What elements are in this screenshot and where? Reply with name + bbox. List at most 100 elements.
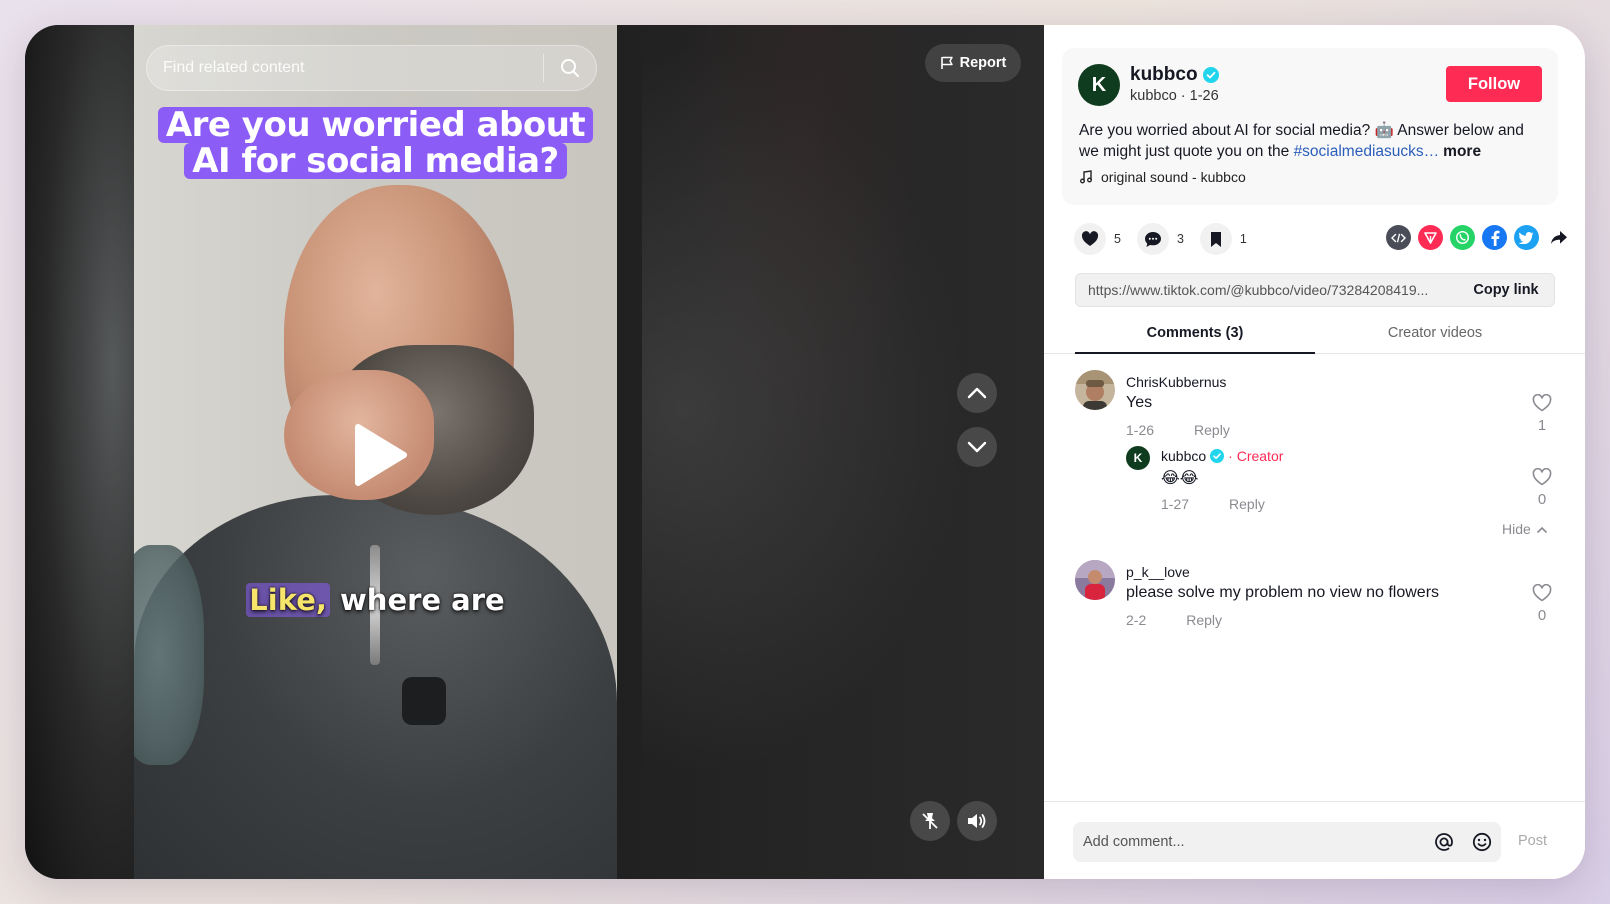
follow-button[interactable]: Follow xyxy=(1446,66,1542,102)
comment-username[interactable]: ChrisKubbernus xyxy=(1126,374,1226,390)
details-panel: K kubbco kubbco · 1-26 Follow Are you wo… xyxy=(1044,25,1585,879)
whatsapp-icon[interactable] xyxy=(1450,225,1475,250)
comment-composer: Post xyxy=(1044,801,1585,879)
embed-icon[interactable] xyxy=(1386,225,1411,250)
post-button[interactable]: Post xyxy=(1518,833,1547,849)
save-action[interactable]: 1 xyxy=(1199,223,1247,255)
creator-tag: · Creator xyxy=(1228,448,1284,464)
comment-input-box xyxy=(1073,822,1501,862)
next-video-button[interactable] xyxy=(957,427,997,467)
creator-handle: kubbco xyxy=(1130,88,1177,104)
music-note-icon xyxy=(1080,170,1092,184)
creator-avatar[interactable]: K xyxy=(1078,64,1120,106)
report-button[interactable]: Report xyxy=(925,44,1021,82)
creator-name[interactable]: kubbco xyxy=(1130,64,1198,86)
volume-icon xyxy=(968,814,986,828)
video-stage: Are you worried about AI for social medi… xyxy=(25,25,1044,879)
floating-player-button[interactable] xyxy=(910,801,950,841)
hide-label: Hide xyxy=(1502,521,1531,537)
avatar[interactable] xyxy=(1075,370,1115,410)
comment-text: please solve my problem no view no flowe… xyxy=(1126,584,1440,601)
bookmark-icon xyxy=(1199,223,1232,255)
comment-like-count: 0 xyxy=(1537,607,1547,624)
chevron-up-icon xyxy=(967,387,987,399)
pin-off-icon xyxy=(922,813,938,829)
comment-like[interactable]: 0 xyxy=(1530,467,1554,508)
video-url[interactable]: https://www.tiktok.com/@kubbco/video/732… xyxy=(1076,282,1458,298)
facebook-icon[interactable] xyxy=(1482,225,1507,250)
sound-label: original sound - kubbco xyxy=(1101,169,1246,185)
copy-link-button[interactable]: Copy link xyxy=(1458,282,1554,298)
comment-username-text: kubbco xyxy=(1161,448,1207,464)
comment-action[interactable]: 3 xyxy=(1136,223,1184,255)
subtitle-highlight: Like, xyxy=(246,583,330,617)
previous-video-button[interactable] xyxy=(957,373,997,413)
more-button[interactable]: more xyxy=(1443,143,1481,160)
reply-button[interactable]: Reply xyxy=(1194,422,1230,438)
chevron-up-icon xyxy=(1536,526,1547,533)
hide-replies-button[interactable]: Hide xyxy=(1502,521,1547,537)
tab-comments[interactable]: Comments (3) xyxy=(1075,321,1315,354)
comment-username[interactable]: p_k__love xyxy=(1126,564,1190,580)
heart-outline-icon xyxy=(1532,467,1552,486)
hashtag-link[interactable]: #socialmediasucks… xyxy=(1294,143,1440,160)
mention-icon[interactable] xyxy=(1425,822,1463,862)
search-icon[interactable] xyxy=(544,45,596,91)
play-icon[interactable] xyxy=(345,415,415,495)
verified-icon xyxy=(1210,449,1225,463)
heart-outline-icon xyxy=(1532,583,1552,602)
caption-line-2: AI for social media? xyxy=(184,143,567,179)
sound-link[interactable]: original sound - kubbco xyxy=(1079,169,1246,185)
volume-button[interactable] xyxy=(957,801,997,841)
comment-date: 1-27 xyxy=(1161,496,1190,512)
verified-icon xyxy=(1202,67,1219,83)
like-count: 5 xyxy=(1114,232,1121,246)
comment-like[interactable]: 0 xyxy=(1530,583,1554,624)
subtitle-text: where are xyxy=(329,583,505,617)
comment-like-count: 0 xyxy=(1537,491,1547,508)
creator-subline: kubbco · 1-26 xyxy=(1130,88,1219,104)
heart-icon xyxy=(1074,223,1106,255)
comment-username-text: ChrisKubbernus xyxy=(1126,374,1227,390)
comment-like[interactable]: 1 xyxy=(1530,393,1554,434)
reply-button[interactable]: Reply xyxy=(1186,612,1222,628)
action-bar: 5 3 1 xyxy=(1074,223,1263,255)
send-icon[interactable] xyxy=(1418,225,1443,250)
report-label: Report xyxy=(959,55,1007,71)
post-date: 1-26 xyxy=(1189,88,1219,104)
comment-meta: 2-2 Reply xyxy=(1126,612,1222,628)
video-info-card: K kubbco kubbco · 1-26 Follow Are you wo… xyxy=(1062,48,1558,205)
comment-like-count: 1 xyxy=(1537,417,1547,434)
share-arrow-icon[interactable] xyxy=(1546,225,1571,250)
comment-date: 1-26 xyxy=(1126,422,1155,438)
share-buttons xyxy=(1386,225,1571,250)
comment-bubble-icon xyxy=(1136,223,1169,255)
video-link-box: https://www.tiktok.com/@kubbco/video/732… xyxy=(1075,273,1555,307)
caption-line-1: Are you worried about xyxy=(157,107,594,143)
avatar[interactable] xyxy=(1075,560,1115,600)
related-search-bar xyxy=(146,45,597,91)
heart-outline-icon xyxy=(1532,393,1552,412)
comment-text: 😂😂 xyxy=(1161,470,1199,487)
like-action[interactable]: 5 xyxy=(1074,223,1121,255)
app-window: Are you worried about AI for social medi… xyxy=(25,25,1585,879)
comment-date: 2-2 xyxy=(1126,612,1147,628)
comment-username-text: p_k__love xyxy=(1126,564,1190,580)
flag-icon xyxy=(940,56,953,69)
reply-button[interactable]: Reply xyxy=(1229,496,1265,512)
avatar[interactable]: K xyxy=(1126,446,1150,470)
twitter-icon[interactable] xyxy=(1514,225,1539,250)
comment-input[interactable] xyxy=(1073,834,1425,850)
emoji-icon[interactable] xyxy=(1463,822,1501,862)
tab-creator-videos[interactable]: Creator videos xyxy=(1315,321,1555,354)
separator-dot: · xyxy=(1180,88,1190,104)
video-caption: Are you worried about AI for social medi… xyxy=(134,107,617,179)
comment-username[interactable]: kubbco · Creator xyxy=(1161,448,1283,464)
video-subject-arm xyxy=(134,545,204,765)
chevron-down-icon xyxy=(967,441,987,453)
video-description: Are you worried about AI for social medi… xyxy=(1079,120,1544,162)
comment-meta: 1-27 Reply xyxy=(1161,496,1265,512)
save-count: 1 xyxy=(1239,232,1247,246)
video-subject-mic xyxy=(402,677,446,725)
related-search-input[interactable] xyxy=(163,59,543,77)
